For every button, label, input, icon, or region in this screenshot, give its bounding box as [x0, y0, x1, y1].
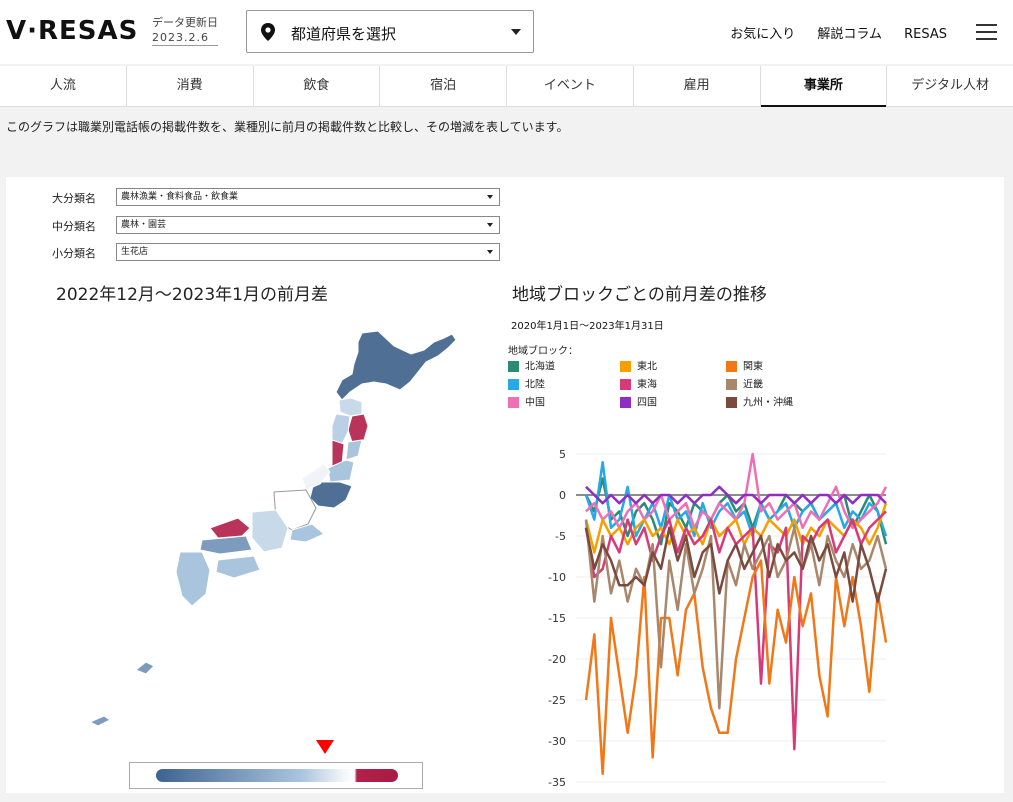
region-shikoku — [215, 555, 261, 579]
filter-major-select[interactable]: 農林漁業・食料食品・飲食業 — [116, 188, 500, 206]
tab-dining[interactable]: 飲食 — [254, 66, 381, 106]
update-label: データ更新日 — [152, 16, 218, 29]
tab-employment[interactable]: 雇用 — [634, 66, 761, 106]
tab-lodging[interactable]: 宿泊 — [380, 66, 507, 106]
legend-label: 北海道 — [525, 361, 555, 373]
prefecture-select[interactable]: 都道府県を選択 — [246, 10, 534, 53]
y-tick-label: -25 — [548, 694, 566, 707]
legend-label: 近畿 — [743, 379, 763, 391]
legend-swatch — [726, 361, 737, 372]
filter-major-label: 大分類名 — [52, 192, 96, 205]
legend-label: 東北 — [637, 361, 657, 373]
map-current-value-marker — [316, 740, 334, 754]
filter-middle-label: 中分類名 — [52, 220, 96, 233]
legend-item[interactable]: 中国 — [508, 397, 545, 409]
japan-map[interactable] — [6, 302, 486, 752]
main-panel: 大分類名 農林漁業・食料食品・飲食業 中分類名 農林・園芸 小分類名 生花店 2… — [6, 177, 1004, 793]
legend-swatch — [620, 379, 631, 390]
category-tabs: 人流 消費 飲食 宿泊 イベント 雇用 事業所 デジタル人材 — [0, 66, 1013, 107]
region-tottori-shimane — [209, 517, 251, 539]
menu-icon[interactable] — [976, 24, 997, 41]
legend-swatch — [620, 361, 631, 372]
update-info: データ更新日 2023.2.6 — [152, 15, 218, 46]
region-okinawa — [135, 661, 155, 675]
legend-item[interactable]: 九州・沖縄 — [726, 397, 793, 409]
filter-middle-select[interactable]: 農林・園芸 — [116, 216, 500, 234]
prefecture-select-label: 都道府県を選択 — [291, 25, 397, 43]
favorites-link[interactable]: お気に入り — [730, 27, 795, 42]
chevron-down-icon — [511, 29, 521, 35]
legend-label: 九州・沖縄 — [743, 397, 793, 409]
legend-swatch — [726, 397, 737, 408]
legend-item[interactable]: 関東 — [726, 361, 763, 373]
update-date: 2023.2.6 — [152, 30, 218, 46]
region-hokkaido — [335, 330, 457, 401]
app-header: V·RESAS データ更新日 2023.2.6 都道府県を選択 お気に入り 解説… — [0, 0, 1013, 64]
y-tick-label: -5 — [555, 530, 566, 543]
map-color-scale-bar — [156, 769, 398, 782]
y-tick-label: -15 — [548, 612, 566, 625]
y-tick-label: -20 — [548, 653, 566, 666]
tab-consumption[interactable]: 消費 — [127, 66, 254, 106]
legend-swatch — [620, 397, 631, 408]
tab-people-flow[interactable]: 人流 — [0, 66, 127, 106]
region-miyagi — [345, 439, 363, 461]
legend-label: 四国 — [637, 397, 657, 409]
legend-item[interactable]: 北海道 — [508, 361, 555, 373]
legend-title: 地域ブロック： — [508, 346, 578, 357]
column-link[interactable]: 解説コラム — [817, 27, 882, 42]
region-aomori — [338, 397, 363, 417]
legend-label: 北陸 — [525, 379, 545, 391]
region-okayama-hiroshima — [199, 535, 253, 555]
y-tick-label: 0 — [559, 489, 566, 502]
tab-establishments[interactable]: 事業所 — [760, 66, 888, 107]
line-chart: 5 0 -5 -10 -15 -20 -25 -30 -35 — [548, 448, 888, 789]
y-tick-label: -30 — [548, 735, 566, 748]
chart-date-range: 2020年1月1日～2023年1月31日 — [511, 321, 664, 332]
chart-title: 地域ブロックごとの前月差の推移 — [512, 285, 767, 305]
tab-event[interactable]: イベント — [507, 66, 634, 106]
region-kyushu — [175, 551, 211, 607]
region-iwate — [347, 413, 369, 443]
legend-swatch — [508, 361, 519, 372]
legend-item[interactable]: 東海 — [620, 379, 657, 391]
filter-minor-select[interactable]: 生花店 — [116, 243, 500, 261]
legend-label: 中国 — [525, 397, 545, 409]
region-southern-islands — [88, 715, 111, 727]
legend-item[interactable]: 東北 — [620, 361, 657, 373]
legend-swatch — [508, 397, 519, 408]
resas-link[interactable]: RESAS — [904, 27, 947, 42]
region-akita — [331, 413, 351, 445]
top-links: お気に入り 解説コラム RESAS — [712, 23, 947, 42]
tab-digital-talent[interactable]: デジタル人材 — [887, 66, 1013, 106]
legend-swatch — [508, 379, 519, 390]
legend-item[interactable]: 四国 — [620, 397, 657, 409]
y-tick-label: -35 — [548, 776, 566, 789]
page-description: このグラフは職業別電話帳の掲載件数を、業種別に前月の掲載件数と比較し、その増減を… — [6, 120, 569, 134]
y-tick-label: -10 — [548, 571, 566, 584]
legend-item[interactable]: 北陸 — [508, 379, 545, 391]
legend-swatch — [726, 379, 737, 390]
map-color-scale — [129, 762, 423, 789]
y-tick-label: 5 — [559, 448, 566, 461]
legend-label: 東海 — [637, 379, 657, 391]
legend-label: 関東 — [743, 361, 763, 373]
legend-item[interactable]: 近畿 — [726, 379, 763, 391]
location-pin-icon — [261, 23, 275, 41]
resas-logo[interactable]: V·RESAS — [6, 16, 138, 46]
filter-minor-label: 小分類名 — [52, 247, 96, 260]
